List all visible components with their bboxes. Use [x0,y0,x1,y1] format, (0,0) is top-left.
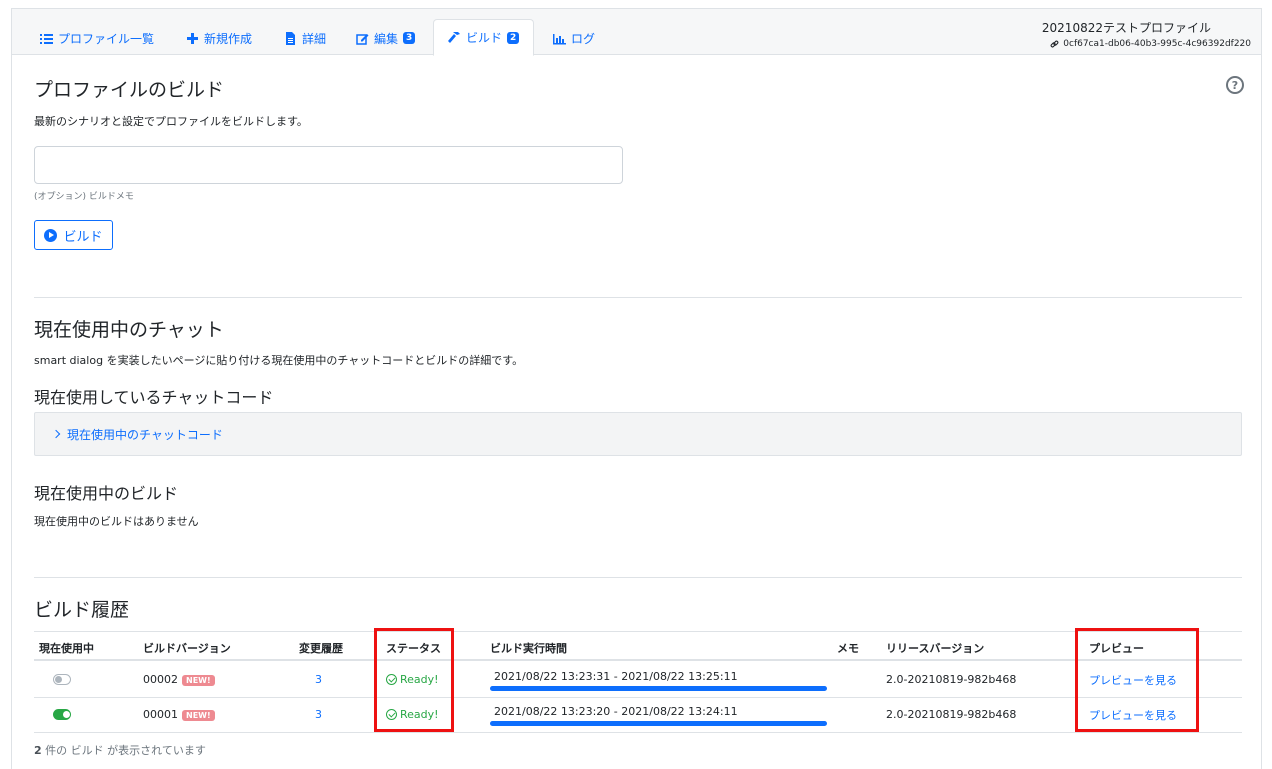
column-header: リリースバージョン [886,642,985,655]
current-chat-title: 現在使用中のチャット [34,319,224,341]
tab-label: ビルド [466,31,503,45]
edit-icon [356,33,369,45]
list-icon [40,33,53,44]
in-use-toggle[interactable] [53,709,71,720]
build-time: 2021/08/22 13:23:31 - 2021/08/22 13:25:1… [494,670,738,683]
build-memo-help: (オプション) ビルドメモ [34,192,134,202]
tab-log[interactable]: ログ [553,21,595,55]
profile-name: 20210822テストプロファイル [1041,21,1211,35]
column-header: ビルド実行時間 [490,642,567,655]
tab-label: 詳細 [302,31,327,46]
chat-code-accordion-label: 現在使用中のチャットコード [67,427,223,442]
tab-profile-list[interactable]: プロファイル一覧 [40,21,154,55]
profile-id-text: 0cf67ca1-db06-40b3-995c-4c96392df220 [1063,39,1251,49]
divider [34,577,1242,578]
tab-label: 新規作成 [204,31,253,46]
chevron-right-icon [51,429,61,439]
table-row: 00002 NEW! 3 Ready! 2021/08/22 13:23:31 -… [34,663,1242,698]
column-header: ビルドバージョン [143,642,231,655]
link-icon [1050,40,1059,47]
build-button-label: ビルド [63,229,103,245]
preview-column-highlight [1075,628,1199,732]
change-history-link[interactable]: 3 [315,673,322,686]
build-time: 2021/08/22 13:23:20 - 2021/08/22 13:24:1… [494,705,738,718]
build-progress-bar [490,686,827,691]
new-badge: NEW! [182,675,215,686]
profile-panel: プロファイル一覧 新規作成 詳細 編集 3 ビルド 2 ログ 20210822テ… [11,8,1262,769]
build-memo-input[interactable] [34,146,623,184]
build-count-badge: 2 [507,31,520,44]
column-header: 現在使用中 [39,642,94,655]
build-section-description: 最新のシナリオと設定でプロファイルをビルドします。 [34,115,308,128]
chart-icon [553,33,566,44]
new-badge: NEW! [182,710,215,721]
column-header: 変更履歴 [299,642,343,655]
profile-id: 0cf67ca1-db06-40b3-995c-4c96392df220 [1050,39,1251,49]
build-version-cell: 00001 NEW! [143,708,215,721]
divider [34,297,1242,298]
tab-edit[interactable]: 編集 3 [356,21,416,55]
build-button[interactable]: ビルド [34,220,113,250]
tab-label: ログ [571,31,596,46]
build-version: 00002 [143,673,178,686]
current-build-empty: 現在使用中のビルドはありません [34,515,199,528]
tab-label: プロファイル一覧 [58,31,155,46]
build-version-cell: 00002 NEW! [143,673,215,686]
column-header: メモ [837,642,859,655]
in-use-toggle[interactable] [53,674,71,685]
play-icon [44,228,58,242]
help-icon[interactable]: ? [1226,76,1244,94]
build-history-title: ビルド履歴 [34,599,130,621]
current-chat-description: smart dialog を実装したいページに貼り付ける現在使用中のチャットコー… [34,354,524,367]
status-column-highlight [374,628,454,732]
build-version: 00001 [143,708,178,721]
hammer-icon [448,32,460,43]
build-count-text: 件の ビルド が表示されています [41,744,206,757]
build-progress-bar [490,721,827,726]
tab-new[interactable]: 新規作成 [186,21,252,55]
table-row: 00001 NEW! 3 Ready! 2021/08/22 13:23:20 -… [34,698,1242,733]
change-history-link[interactable]: 3 [315,708,322,721]
tab-bar: プロファイル一覧 新規作成 詳細 編集 3 ビルド 2 ログ 20210822テ… [12,9,1261,56]
edit-count-badge: 3 [403,32,416,44]
build-count-summary: 2 件の ビルド が表示されています [34,742,206,758]
tab-label: 編集 [374,31,399,46]
chat-code-accordion[interactable]: 現在使用中のチャットコード [34,412,1242,456]
chat-code-title: 現在使用しているチャットコード [34,388,274,407]
tab-build[interactable]: ビルド 2 [433,19,535,56]
release-version: 2.0-20210819-982b468 [886,673,1017,686]
table-header: 現在使用中 ビルドバージョン 変更履歴 ステータス ビルド実行時間 メモ リリー… [34,631,1242,661]
tab-details[interactable]: 詳細 [284,21,326,55]
toggle-knob [55,676,62,683]
build-section-title: プロファイルのビルド [34,79,225,101]
current-build-title: 現在使用中のビルド [34,484,179,503]
build-count-number: 2 [34,744,42,757]
document-icon [286,31,295,45]
release-version: 2.0-20210819-982b468 [886,708,1017,721]
plus-icon [187,32,198,44]
toggle-knob [63,711,70,718]
